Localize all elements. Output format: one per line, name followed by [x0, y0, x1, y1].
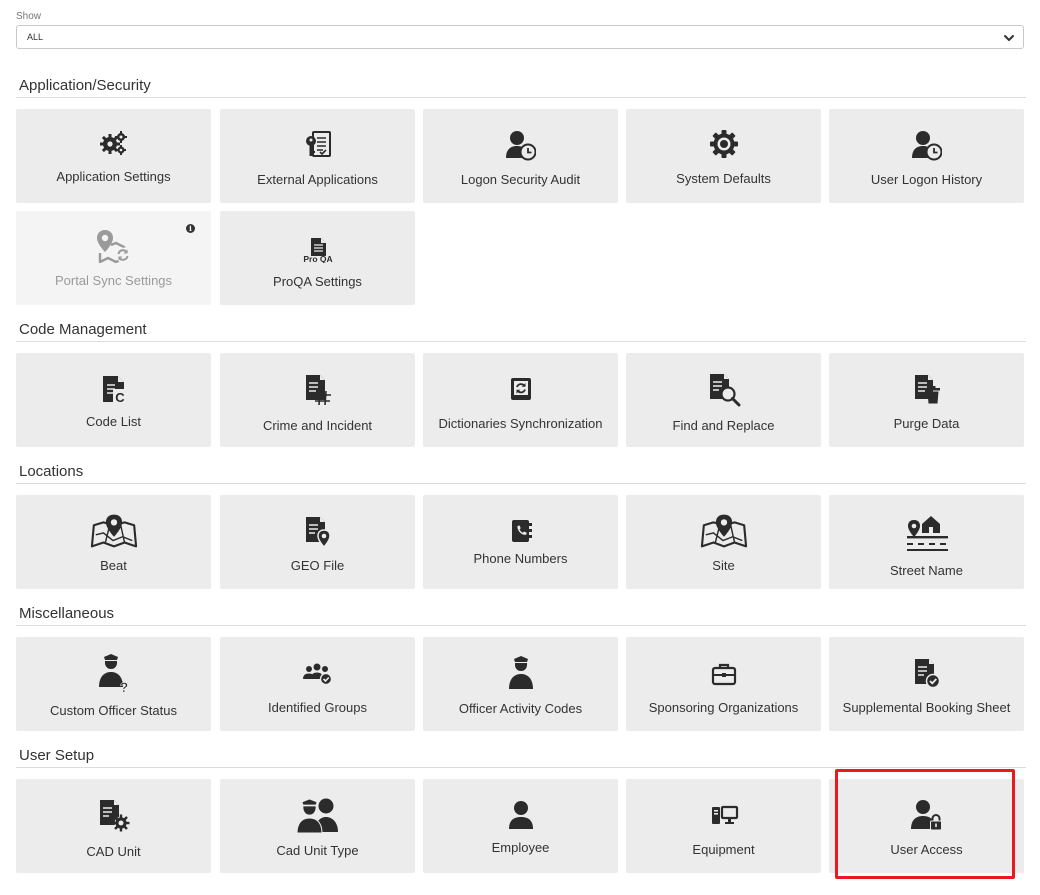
tile-label: Street Name — [890, 563, 963, 578]
tile-beat[interactable]: Beat — [16, 495, 211, 589]
show-filter-select[interactable]: ALL — [16, 25, 1024, 49]
section-title-code-management: Code Management — [19, 321, 147, 338]
phone-book-icon — [497, 509, 545, 553]
tile-label: Officer Activity Codes — [458, 701, 583, 716]
tile-label: Supplemental Booking Sheet — [842, 700, 1011, 715]
user-clock-icon — [497, 123, 545, 167]
tile-dictionaries-synchronization[interactable]: Dictionaries Synchronization — [423, 353, 618, 447]
tile-label: Logon Security Audit — [460, 172, 581, 187]
tile-label: GEO File — [290, 558, 345, 573]
tile-label: Employee — [491, 840, 550, 855]
tile-label: User Access — [890, 842, 963, 857]
section-title-miscellaneous: Miscellaneous — [19, 605, 115, 622]
section-title-application-security: Application/Security — [19, 77, 151, 94]
tile-identified-groups[interactable]: Identified Groups — [220, 637, 415, 731]
tile-cad-unit-type[interactable]: Cad Unit Type — [220, 779, 415, 873]
gear-icon — [700, 122, 748, 166]
info-icon[interactable]: i — [186, 224, 195, 233]
section-divider — [16, 625, 1026, 626]
tile-application-settings[interactable]: Application Settings — [16, 109, 211, 203]
tile-label: Portal Sync Settings — [54, 273, 173, 288]
svg-text:C: C — [115, 390, 125, 405]
tile-label: Custom Officer Status — [50, 703, 177, 718]
tile-purge-data[interactable]: Purge Data — [829, 353, 1024, 447]
svg-text:?: ? — [119, 679, 128, 693]
tile-label: Purge Data — [893, 416, 960, 431]
tile-crime-and-incident[interactable]: Crime and Incident — [220, 353, 415, 447]
tile-label: Sponsoring Organizations — [648, 700, 799, 715]
tile-label: CAD Unit — [86, 844, 141, 859]
map-pin-icon — [90, 509, 138, 553]
tile-label: Phone Numbers — [473, 551, 568, 566]
tile-label: Cad Unit Type — [276, 843, 359, 858]
map-pin-icon — [700, 509, 748, 553]
tile-sponsoring-organizations[interactable]: Sponsoring Organizations — [626, 637, 821, 731]
user-icon — [497, 793, 545, 837]
section-divider — [16, 341, 1026, 342]
tile-label: Crime and Incident — [262, 418, 373, 433]
tile-officer-activity-codes[interactable]: Officer Activity Codes — [423, 637, 618, 731]
section-title-user-setup: User Setup — [19, 747, 95, 764]
tile-site[interactable]: Site — [626, 495, 821, 589]
search-document-icon — [700, 367, 748, 411]
tile-street-name[interactable]: Street Name — [829, 495, 1024, 589]
section-divider — [16, 767, 1026, 768]
tile-portal-sync-settings[interactable]: Portal Sync Settings i — [16, 211, 211, 305]
tile-label: ProQA Settings — [273, 274, 362, 289]
show-filter-label: Show — [16, 11, 42, 22]
map-sync-icon — [90, 224, 138, 268]
tile-label: User Logon History — [870, 172, 983, 187]
tile-supplemental-booking-sheet[interactable]: Supplemental Booking Sheet — [829, 637, 1024, 731]
officers-icon — [294, 793, 342, 837]
street-house-icon — [903, 509, 951, 553]
proqa-document-icon: Pro QA — [294, 225, 342, 269]
show-filter-value: ALL — [27, 32, 44, 42]
trash-document-icon — [903, 367, 951, 411]
tile-system-defaults[interactable]: System Defaults — [626, 109, 821, 203]
tile-cad-unit[interactable]: CAD Unit — [16, 779, 211, 873]
tile-label: Find and Replace — [672, 418, 775, 433]
user-lock-icon — [903, 793, 951, 837]
tile-find-and-replace[interactable]: Find and Replace — [626, 353, 821, 447]
tile-user-logon-history[interactable]: User Logon History — [829, 109, 1024, 203]
tile-proqa-settings[interactable]: Pro QA ProQA Settings — [220, 211, 415, 305]
gears-icon — [90, 121, 138, 165]
group-check-icon — [294, 651, 342, 695]
tile-label: Site — [712, 558, 735, 573]
tile-geo-file[interactable]: GEO File — [220, 495, 415, 589]
key-document-icon — [294, 123, 342, 167]
tile-label: Application Settings — [56, 169, 171, 184]
section-divider — [16, 483, 1026, 484]
officer-question-icon: ? — [90, 651, 138, 695]
tile-label: Identified Groups — [267, 700, 367, 715]
tile-label: Dictionaries Synchronization — [438, 416, 603, 431]
svg-text:Pro QA: Pro QA — [303, 254, 332, 263]
check-document-icon — [903, 651, 951, 695]
tile-label: Equipment — [692, 842, 755, 857]
tile-user-access[interactable]: User Access — [829, 779, 1024, 873]
officer-icon — [497, 651, 545, 695]
tile-logon-security-audit[interactable]: Logon Security Audit — [423, 109, 618, 203]
code-document-icon: C — [90, 367, 138, 411]
section-divider — [16, 97, 1026, 98]
geo-document-icon — [294, 509, 342, 553]
hash-document-icon — [294, 367, 342, 411]
tile-label: System Defaults — [676, 171, 771, 186]
gear-document-icon — [90, 793, 138, 837]
tile-employee[interactable]: Employee — [423, 779, 618, 873]
briefcase-icon — [700, 651, 748, 695]
tile-label: Code List — [86, 414, 141, 429]
tile-phone-numbers[interactable]: Phone Numbers — [423, 495, 618, 589]
tile-equipment[interactable]: Equipment — [626, 779, 821, 873]
tile-label: Beat — [100, 558, 127, 573]
computer-icon — [700, 793, 748, 837]
section-title-locations: Locations — [19, 463, 84, 480]
tile-custom-officer-status[interactable]: ? Custom Officer Status — [16, 637, 211, 731]
user-clock-icon — [903, 123, 951, 167]
sync-book-icon — [497, 367, 545, 411]
tile-external-applications[interactable]: External Applications — [220, 109, 415, 203]
tile-code-list[interactable]: C Code List — [16, 353, 211, 447]
tile-label: External Applications — [257, 172, 378, 187]
chevron-down-icon — [1004, 35, 1014, 41]
